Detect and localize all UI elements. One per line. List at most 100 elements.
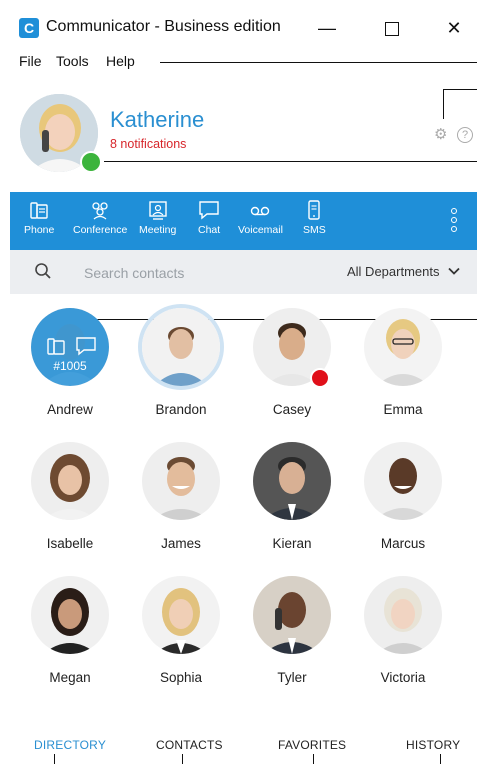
contact-name: Andrew bbox=[47, 402, 93, 417]
bottom-tab-bar: DIRECTORY CONTACTS FAVORITES HISTORY bbox=[10, 722, 477, 764]
contact-card[interactable]: Emma bbox=[353, 308, 453, 417]
tab-contacts[interactable]: CONTACTS bbox=[156, 738, 223, 752]
chat-icon bbox=[199, 201, 219, 220]
contact-avatar bbox=[142, 442, 220, 520]
tab-history[interactable]: HISTORY bbox=[406, 738, 460, 752]
contact-photo bbox=[364, 442, 442, 520]
divider bbox=[440, 754, 441, 764]
contact-card[interactable]: Casey bbox=[242, 308, 342, 417]
contact-name: Emma bbox=[383, 402, 423, 417]
user-name[interactable]: Katherine bbox=[110, 107, 204, 133]
contact-name: James bbox=[161, 536, 201, 551]
contact-card[interactable]: James bbox=[131, 442, 231, 551]
minimize-button[interactable]: — bbox=[311, 14, 343, 42]
voicemail-icon bbox=[251, 206, 270, 216]
close-button[interactable]: ✕ bbox=[438, 14, 470, 42]
title-bar: C Communicator - Business edition — ✕ bbox=[0, 0, 477, 52]
contact-avatar bbox=[253, 576, 331, 654]
maximize-button[interactable] bbox=[376, 14, 408, 42]
action-toolbar: Phone Conference Meeting Chat Voicemail … bbox=[10, 192, 477, 250]
tool-chat[interactable]: Chat bbox=[198, 200, 220, 236]
contact-card[interactable]: Victoria bbox=[353, 576, 453, 685]
chat-icon[interactable] bbox=[75, 336, 97, 356]
search-input[interactable] bbox=[82, 262, 286, 284]
notifications-link[interactable]: 8 notifications bbox=[110, 137, 186, 151]
contact-photo bbox=[364, 308, 442, 386]
contact-card[interactable]: Tyler bbox=[242, 576, 342, 685]
contact-avatar bbox=[364, 442, 442, 520]
search-bar: All Departments bbox=[10, 250, 477, 294]
tool-label: Meeting bbox=[139, 224, 177, 236]
tool-label: Phone bbox=[24, 224, 55, 236]
contact-photo bbox=[31, 576, 109, 654]
contact-photo bbox=[364, 576, 442, 654]
contact-photo bbox=[142, 576, 220, 654]
contact-avatar bbox=[142, 576, 220, 654]
tool-label: SMS bbox=[303, 224, 326, 236]
tool-voicemail[interactable]: Voicemail bbox=[238, 200, 283, 236]
divider bbox=[182, 754, 183, 764]
menu-file[interactable]: File bbox=[19, 53, 42, 69]
more-options-icon[interactable] bbox=[448, 208, 460, 236]
online-status-badge bbox=[80, 151, 102, 173]
chevron-down-icon[interactable] bbox=[448, 265, 460, 277]
divider bbox=[313, 754, 314, 764]
tool-meeting[interactable]: Meeting bbox=[139, 200, 176, 236]
search-icon bbox=[35, 263, 51, 279]
contact-name: Tyler bbox=[277, 670, 307, 685]
contact-photo bbox=[253, 442, 331, 520]
contact-card[interactable]: Brandon bbox=[131, 308, 231, 417]
meeting-icon bbox=[148, 201, 167, 220]
menu-tools[interactable]: Tools bbox=[56, 53, 89, 69]
contact-name: Casey bbox=[272, 402, 312, 417]
tool-label: Chat bbox=[198, 224, 221, 236]
contact-photo bbox=[31, 442, 109, 520]
contact-name: Isabelle bbox=[46, 536, 94, 551]
tool-label: Voicemail bbox=[238, 224, 283, 236]
sms-icon bbox=[308, 200, 321, 220]
contact-action-overlay: #1005 bbox=[31, 308, 109, 386]
menu-help[interactable]: Help bbox=[106, 53, 135, 69]
department-filter[interactable]: All Departments bbox=[347, 264, 439, 279]
tool-conference[interactable]: Conference bbox=[73, 200, 127, 236]
divider bbox=[104, 161, 477, 162]
contact-card[interactable]: Isabelle bbox=[20, 442, 120, 551]
contact-photo bbox=[142, 442, 220, 520]
tab-directory[interactable]: DIRECTORY bbox=[34, 738, 106, 752]
divider bbox=[54, 754, 55, 764]
gear-icon[interactable]: ⚙ bbox=[434, 127, 450, 143]
contact-avatar bbox=[364, 308, 442, 386]
contact-card[interactable]: #1005 Andrew bbox=[20, 308, 120, 417]
contact-card[interactable]: Marcus bbox=[353, 442, 453, 551]
divider bbox=[443, 89, 444, 119]
contact-grid: #1005 Andrew Brandon Casey Emma Isabelle… bbox=[10, 300, 477, 710]
busy-status-badge bbox=[310, 368, 330, 388]
contact-photo bbox=[253, 576, 331, 654]
divider bbox=[443, 89, 477, 90]
tab-favorites[interactable]: FAVORITES bbox=[278, 738, 346, 752]
contact-avatar bbox=[364, 576, 442, 654]
contact-extension: #1005 bbox=[53, 359, 87, 373]
help-icon[interactable]: ? bbox=[457, 127, 473, 143]
contact-name: Victoria bbox=[380, 670, 426, 685]
contact-name: Brandon bbox=[155, 402, 207, 417]
conference-icon bbox=[92, 202, 108, 220]
contact-card[interactable]: Kieran bbox=[242, 442, 342, 551]
maximize-icon bbox=[385, 22, 399, 37]
contact-card[interactable]: Megan bbox=[20, 576, 120, 685]
contact-avatar bbox=[31, 442, 109, 520]
contact-name: Kieran bbox=[272, 536, 312, 551]
divider bbox=[160, 62, 477, 63]
contact-avatar bbox=[31, 576, 109, 654]
tool-sms[interactable]: SMS bbox=[303, 200, 326, 236]
window-title: Communicator - Business edition bbox=[46, 18, 281, 35]
tool-label: Conference bbox=[73, 224, 128, 236]
tool-phone[interactable]: Phone bbox=[24, 200, 54, 236]
phone-icon[interactable] bbox=[45, 336, 67, 356]
contact-name: Marcus bbox=[380, 536, 426, 551]
contact-card[interactable]: Sophia bbox=[131, 576, 231, 685]
profile-header: Katherine 8 notifications ⚙ ? bbox=[0, 80, 477, 190]
contact-name: Sophia bbox=[159, 670, 203, 685]
contact-avatar: #1005 bbox=[31, 308, 109, 386]
app-logo-icon: C bbox=[19, 18, 39, 38]
